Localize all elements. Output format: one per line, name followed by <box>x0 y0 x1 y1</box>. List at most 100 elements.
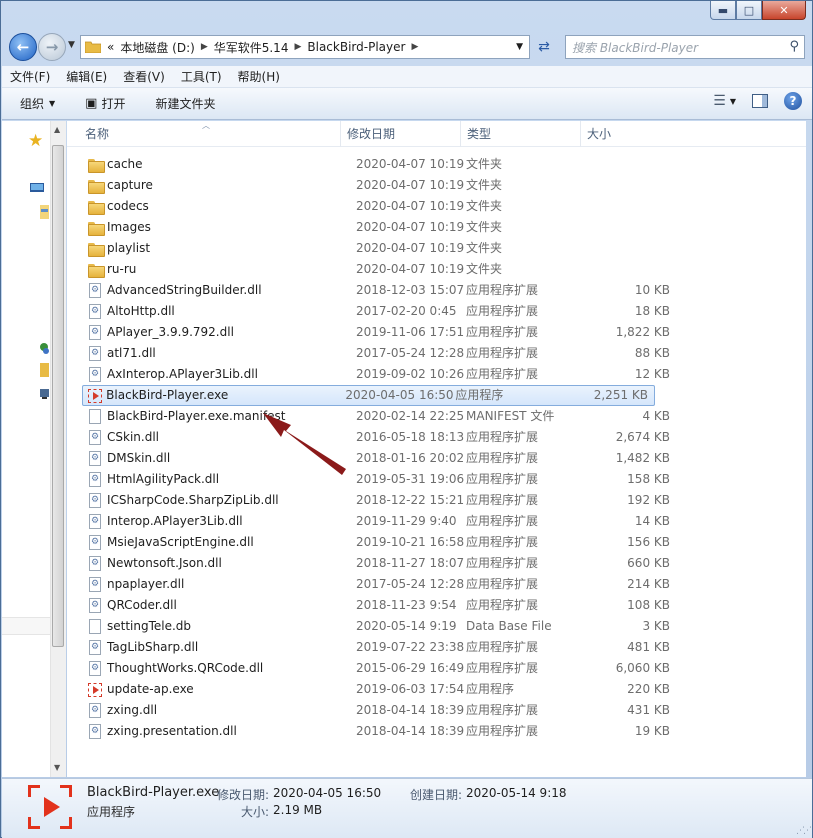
help-icon[interactable]: ? <box>784 92 802 110</box>
table-row[interactable]: BlackBird-Player.exe.manifest 2020-02-14 … <box>67 406 806 427</box>
details-modified-value: 2020-04-05 16:50 <box>273 786 382 800</box>
favorites-star-icon[interactable]: ★ <box>28 131 43 151</box>
file-date: 2020-04-07 10:19 <box>356 220 465 234</box>
breadcrumb-separator-icon[interactable]: ▶ <box>294 42 301 52</box>
table-row-selected[interactable]: BlackBird-Player.exe 2020-04-05 16:50 应用程序… <box>82 385 655 406</box>
file-icon <box>85 616 105 637</box>
libraries-icon[interactable] <box>40 205 49 219</box>
file-size: 6,060 KB <box>615 661 670 675</box>
details-size-value: 2.19 MB <box>273 803 323 817</box>
close-button[interactable]: ✕ <box>762 1 806 20</box>
file-type: 应用程序扩展 <box>466 283 539 297</box>
new-folder-button[interactable]: 新建文件夹 <box>147 92 223 116</box>
table-row[interactable]: AxInterop.APlayer3Lib.dll 2019-09-02 10:2… <box>67 364 806 385</box>
dll-file-icon <box>85 427 105 448</box>
table-row[interactable]: settingTele.db 2020-05-14 9:19 Data Base F… <box>67 616 806 637</box>
table-row[interactable]: Images 2020-04-07 10:19 文件夹 <box>67 217 806 238</box>
column-header-size[interactable]: 大小 <box>581 121 656 147</box>
table-row[interactable]: QRCoder.dll 2018-11-23 9:54 应用程序扩展 108 KB <box>67 595 806 616</box>
breadcrumb-current[interactable]: BlackBird-Player <box>307 40 405 54</box>
file-size <box>586 196 676 217</box>
breadcrumb-drive[interactable]: 本地磁盘 (D:) <box>120 39 194 56</box>
organize-label: 组织 <box>20 96 45 111</box>
file-name: BlackBird-Player.exe.manifest <box>107 409 286 423</box>
file-type: 应用程序扩展 <box>466 493 539 507</box>
breadcrumb-separator-icon[interactable]: ▶ <box>411 42 418 52</box>
minimize-button[interactable]: ▬ <box>710 1 736 20</box>
table-row[interactable]: DMSkin.dll 2018-01-16 20:02应用程序扩展 1,482 KB <box>67 448 806 469</box>
view-options-dropdown-icon[interactable]: ▼ <box>730 97 736 106</box>
preview-pane-icon[interactable] <box>752 94 768 108</box>
open-button[interactable]: ▣ 打开 <box>77 92 133 116</box>
maximize-button[interactable]: □ <box>736 1 762 20</box>
back-button[interactable]: ← <box>9 33 37 61</box>
table-row[interactable]: npaplayer.dll 2017-05-24 12:28应用程序扩展 214 K… <box>67 574 806 595</box>
details-created-value: 2020-05-14 9:18 <box>466 786 567 800</box>
table-row[interactable]: atl71.dll 2017-05-24 12:28应用程序扩展 88 KB <box>67 343 806 364</box>
column-header-type[interactable]: 类型 <box>461 121 581 147</box>
scroll-down-arrow-icon[interactable]: ▼ <box>54 763 60 772</box>
forward-button[interactable]: → <box>38 33 66 61</box>
search-icon[interactable]: ⚲ <box>789 39 799 54</box>
computer-icon[interactable] <box>40 363 49 377</box>
application-icon <box>85 386 104 405</box>
column-header-date[interactable]: 修改日期 <box>341 121 461 147</box>
file-type: 应用程序扩展 <box>466 535 539 549</box>
dll-file-icon <box>85 280 105 301</box>
table-row[interactable]: zxing.dll 2018-04-14 18:39应用程序扩展 431 KB <box>67 700 806 721</box>
table-row[interactable]: AdvancedStringBuilder.dll 2018-12-03 15:0… <box>67 280 806 301</box>
table-row[interactable]: APlayer_3.9.9.792.dll 2019-11-06 17:51应用程… <box>67 322 806 343</box>
address-bar[interactable]: « 本地磁盘 (D:) ▶ 华军软件5.14 ▶ BlackBird-Playe… <box>80 35 530 59</box>
table-row[interactable]: playlist 2020-04-07 10:19 文件夹 <box>67 238 806 259</box>
organize-button[interactable]: 组织 ▼ <box>12 92 63 116</box>
column-header-name[interactable]: ︿ 名称 <box>67 121 341 147</box>
table-row[interactable]: AltoHttp.dll 2017-02-20 0:45 应用程序扩展 18 KB <box>67 301 806 322</box>
network-icon[interactable] <box>40 387 49 401</box>
table-row[interactable]: cache 2020-04-07 10:19 文件夹 <box>67 154 806 175</box>
menu-tools[interactable]: 工具(T) <box>173 66 230 88</box>
refresh-button[interactable]: ⇄ <box>533 36 555 58</box>
address-dropdown-icon[interactable]: ▼ <box>516 42 523 52</box>
table-row[interactable]: zxing.presentation.dll 2018-04-14 18:39应用… <box>67 721 806 742</box>
table-row[interactable]: Interop.APlayer3Lib.dll 2019-11-29 9:40 应用… <box>67 511 806 532</box>
file-size: 1,822 KB <box>615 325 670 339</box>
table-row[interactable]: codecs 2020-04-07 10:19 文件夹 <box>67 196 806 217</box>
table-row[interactable]: Newtonsoft.Json.dll 2018-11-27 18:07应用程序扩… <box>67 553 806 574</box>
file-date: 2020-04-07 10:19 <box>356 157 465 171</box>
file-date: 2020-04-07 10:19 <box>356 262 465 276</box>
table-row[interactable]: HtmlAgilityPack.dll 2019-05-31 19:06应用程序扩… <box>67 469 806 490</box>
menu-edit[interactable]: 编辑(E) <box>58 66 115 88</box>
table-row[interactable]: ThoughtWorks.QRCode.dll 2015-06-29 16:49应… <box>67 658 806 679</box>
file-type: 应用程序扩展 <box>466 514 539 528</box>
search-input[interactable]: 搜索 BlackBird-Player ⚲ <box>565 35 805 59</box>
file-name: ICSharpCode.SharpZipLib.dll <box>107 493 279 507</box>
breadcrumb-separator-icon[interactable]: ▶ <box>201 42 208 52</box>
file-date: 2019-11-06 17:51 <box>356 325 465 339</box>
table-row[interactable]: TagLibSharp.dll 2019-07-22 23:38应用程序扩展 481… <box>67 637 806 658</box>
file-name: Images <box>107 220 151 234</box>
menu-view[interactable]: 查看(V) <box>115 66 173 88</box>
scroll-up-arrow-icon[interactable]: ▲ <box>54 125 60 134</box>
desktop-icon[interactable] <box>30 183 44 194</box>
table-row[interactable]: update-ap.exe 2019-06-03 17:54 应用程序 220 KB <box>67 679 806 700</box>
file-size: 220 KB <box>627 682 670 696</box>
homegroup-icon[interactable] <box>40 342 49 356</box>
recent-pages-dropdown[interactable]: ▼ <box>68 40 75 50</box>
file-size: 2,251 KB <box>593 388 649 402</box>
table-row[interactable]: ru-ru 2020-04-07 10:19 文件夹 <box>67 259 806 280</box>
table-row[interactable]: ICSharpCode.SharpZipLib.dll 2018-12-22 15… <box>67 490 806 511</box>
table-row[interactable]: capture 2020-04-07 10:19 文件夹 <box>67 175 806 196</box>
resize-grip-icon[interactable]: ⋰⋰ <box>796 826 812 836</box>
breadcrumb-overflow[interactable]: « <box>107 40 114 54</box>
breadcrumb-folder[interactable]: 华军软件5.14 <box>214 39 289 56</box>
file-size: 10 KB <box>634 283 670 297</box>
new-folder-label: 新建文件夹 <box>155 96 216 111</box>
nav-pane-scroll-thumb[interactable] <box>52 145 64 647</box>
menu-file[interactable]: 文件(F) <box>2 66 58 88</box>
file-type: 文件夹 <box>466 220 503 234</box>
details-created-label: 创建日期: <box>410 788 463 802</box>
menu-help[interactable]: 帮助(H) <box>230 66 288 88</box>
table-row[interactable]: CSkin.dll 2016-05-18 18:13应用程序扩展 2,674 KB <box>67 427 806 448</box>
table-row[interactable]: MsieJavaScriptEngine.dll 2019-10-21 16:58… <box>67 532 806 553</box>
change-view-icon[interactable]: ☰ <box>713 93 726 109</box>
